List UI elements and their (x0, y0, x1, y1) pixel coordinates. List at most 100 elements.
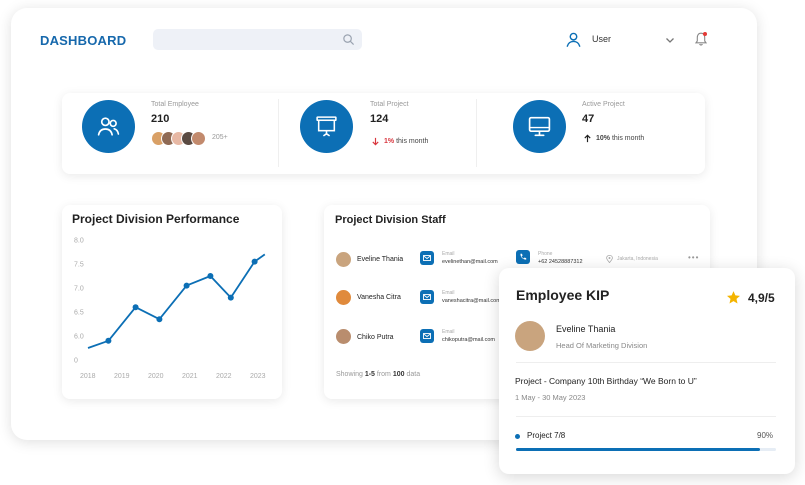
kip-bullet (515, 434, 520, 439)
kip-progress-fill (516, 448, 761, 451)
kip-divider (516, 362, 776, 363)
staff-title: Project Division Staff (335, 214, 446, 226)
stat-change-active-project: 10% this month (596, 135, 644, 142)
staff-name[interactable]: Eveline Thania (357, 256, 403, 263)
employee-stat-icon-circle (82, 100, 135, 153)
email-icon-button[interactable] (420, 329, 434, 343)
email-value: vaneshacitra@mail.com (442, 298, 501, 304)
project-stat-icon-circle (300, 100, 353, 153)
stat-label-active-project: Active Project (582, 101, 625, 108)
phone-icon (520, 253, 527, 260)
kip-divider (516, 416, 776, 417)
stat-value-active-project: 47 (582, 113, 595, 125)
star-icon (727, 291, 740, 304)
email-value: evelinethan@mail.com (442, 259, 498, 265)
y-tick-label: 8.0 (74, 238, 84, 245)
email-label: Email (442, 329, 455, 335)
x-tick-label: 2021 (182, 373, 198, 380)
kip-rating: 4,9/5 (748, 291, 775, 305)
search-icon[interactable] (342, 33, 355, 46)
notification-bell-icon[interactable] (694, 31, 708, 47)
staff-avatar (336, 290, 351, 305)
active-project-stat-icon-circle (513, 100, 566, 153)
x-tick-label: 2023 (250, 373, 266, 380)
avatar (191, 131, 206, 146)
staff-name[interactable]: Chiko Putra (357, 334, 394, 341)
chevron-down-icon[interactable] (665, 36, 675, 44)
email-label: Email (442, 290, 455, 296)
employee-more-count: 205+ (212, 134, 228, 141)
stat-label-total-project: Total Project (370, 101, 409, 108)
kip-progress-bar (516, 448, 776, 451)
kip-progress-label: Project 7/8 (527, 431, 566, 440)
staff-name[interactable]: Vanesha Citra (357, 294, 401, 301)
data-point[interactable] (227, 294, 234, 301)
data-point[interactable] (105, 337, 112, 344)
x-tick-label: 2018 (80, 373, 96, 380)
x-tick-label: 2022 (216, 373, 232, 380)
data-point[interactable] (183, 282, 190, 289)
location-value: Jakarta, Indonesia (617, 256, 658, 262)
app-title: DASHBOARD (40, 33, 127, 48)
data-point[interactable] (156, 316, 163, 323)
x-tick-label: 2019 (114, 373, 130, 380)
mail-icon (423, 333, 431, 339)
showing-mid: from (376, 371, 391, 378)
staff-avatar (336, 329, 351, 344)
location-pin-icon (606, 255, 613, 263)
showing-prefix: Showing (336, 371, 363, 378)
stat-label-total-employee: Total Employee (151, 101, 199, 108)
kip-title: Employee KIP (516, 287, 610, 303)
stats-divider (476, 99, 477, 167)
stat-value-total-employee: 210 (151, 113, 170, 125)
email-icon-button[interactable] (420, 290, 434, 304)
arrow-up-icon (584, 134, 591, 143)
more-options-icon[interactable]: ••• (688, 253, 699, 262)
data-point[interactable] (132, 304, 139, 311)
series-line (87, 253, 266, 349)
x-tick-label: 2020 (148, 373, 164, 380)
stat-change-percent: 1% (384, 138, 395, 145)
kip-employee-name: Eveline Thania (556, 324, 616, 334)
arrow-down-icon (372, 137, 379, 146)
data-point[interactable] (251, 258, 258, 265)
showing-total: 100 (392, 371, 405, 378)
email-value: chikoputra@mail.com (442, 337, 495, 343)
showing-range: 1-5 (364, 371, 375, 378)
stat-value-total-project: 124 (370, 113, 389, 125)
performance-line-chart: 0 6.0 6.5 7.0 7.5 8.0 2018 2019 2020 2021 2022 2023 (74, 238, 266, 381)
stat-change-text: this month (611, 135, 645, 142)
y-tick-label: 0 (74, 358, 78, 365)
y-tick-label: 6.5 (74, 310, 84, 317)
email-icon-button[interactable] (420, 251, 434, 265)
search-input[interactable] (153, 29, 362, 50)
stat-change-percent: 10% (596, 135, 611, 142)
user-icon[interactable] (564, 30, 583, 49)
y-tick-label: 7.0 (74, 286, 84, 293)
presentation-board-icon (316, 116, 337, 137)
phone-value: +62 24528887312 (538, 259, 583, 265)
data-point[interactable] (207, 273, 214, 279)
monitor-icon (528, 116, 551, 137)
mail-icon (423, 255, 431, 261)
kip-project-date: 1 May - 30 May 2023 (515, 393, 586, 402)
phone-icon-button[interactable] (516, 250, 530, 264)
performance-title: Project Division Performance (72, 212, 240, 226)
staff-avatar (336, 252, 351, 267)
y-tick-label: 7.5 (74, 262, 84, 269)
kip-project-title: Project - Company 10th Birthday “We Born… (515, 376, 697, 386)
email-label: Email (442, 251, 455, 257)
user-name[interactable]: User (592, 34, 611, 44)
kip-employee-role: Head Of Marketing Division (556, 341, 648, 350)
phone-label: Phone (538, 251, 553, 257)
showing-suffix: data (406, 371, 421, 378)
stats-divider (278, 99, 279, 167)
stat-change-text: this month (396, 138, 429, 145)
stat-change-total-project: 1% this month (384, 138, 428, 145)
kip-progress-percent: 90% (757, 431, 774, 440)
pagination-info: Showing 1-5 from 100 data (336, 371, 420, 378)
mail-icon (423, 294, 431, 300)
kip-avatar (515, 321, 545, 351)
users-icon (97, 117, 120, 136)
y-tick-label: 6.0 (74, 334, 84, 341)
